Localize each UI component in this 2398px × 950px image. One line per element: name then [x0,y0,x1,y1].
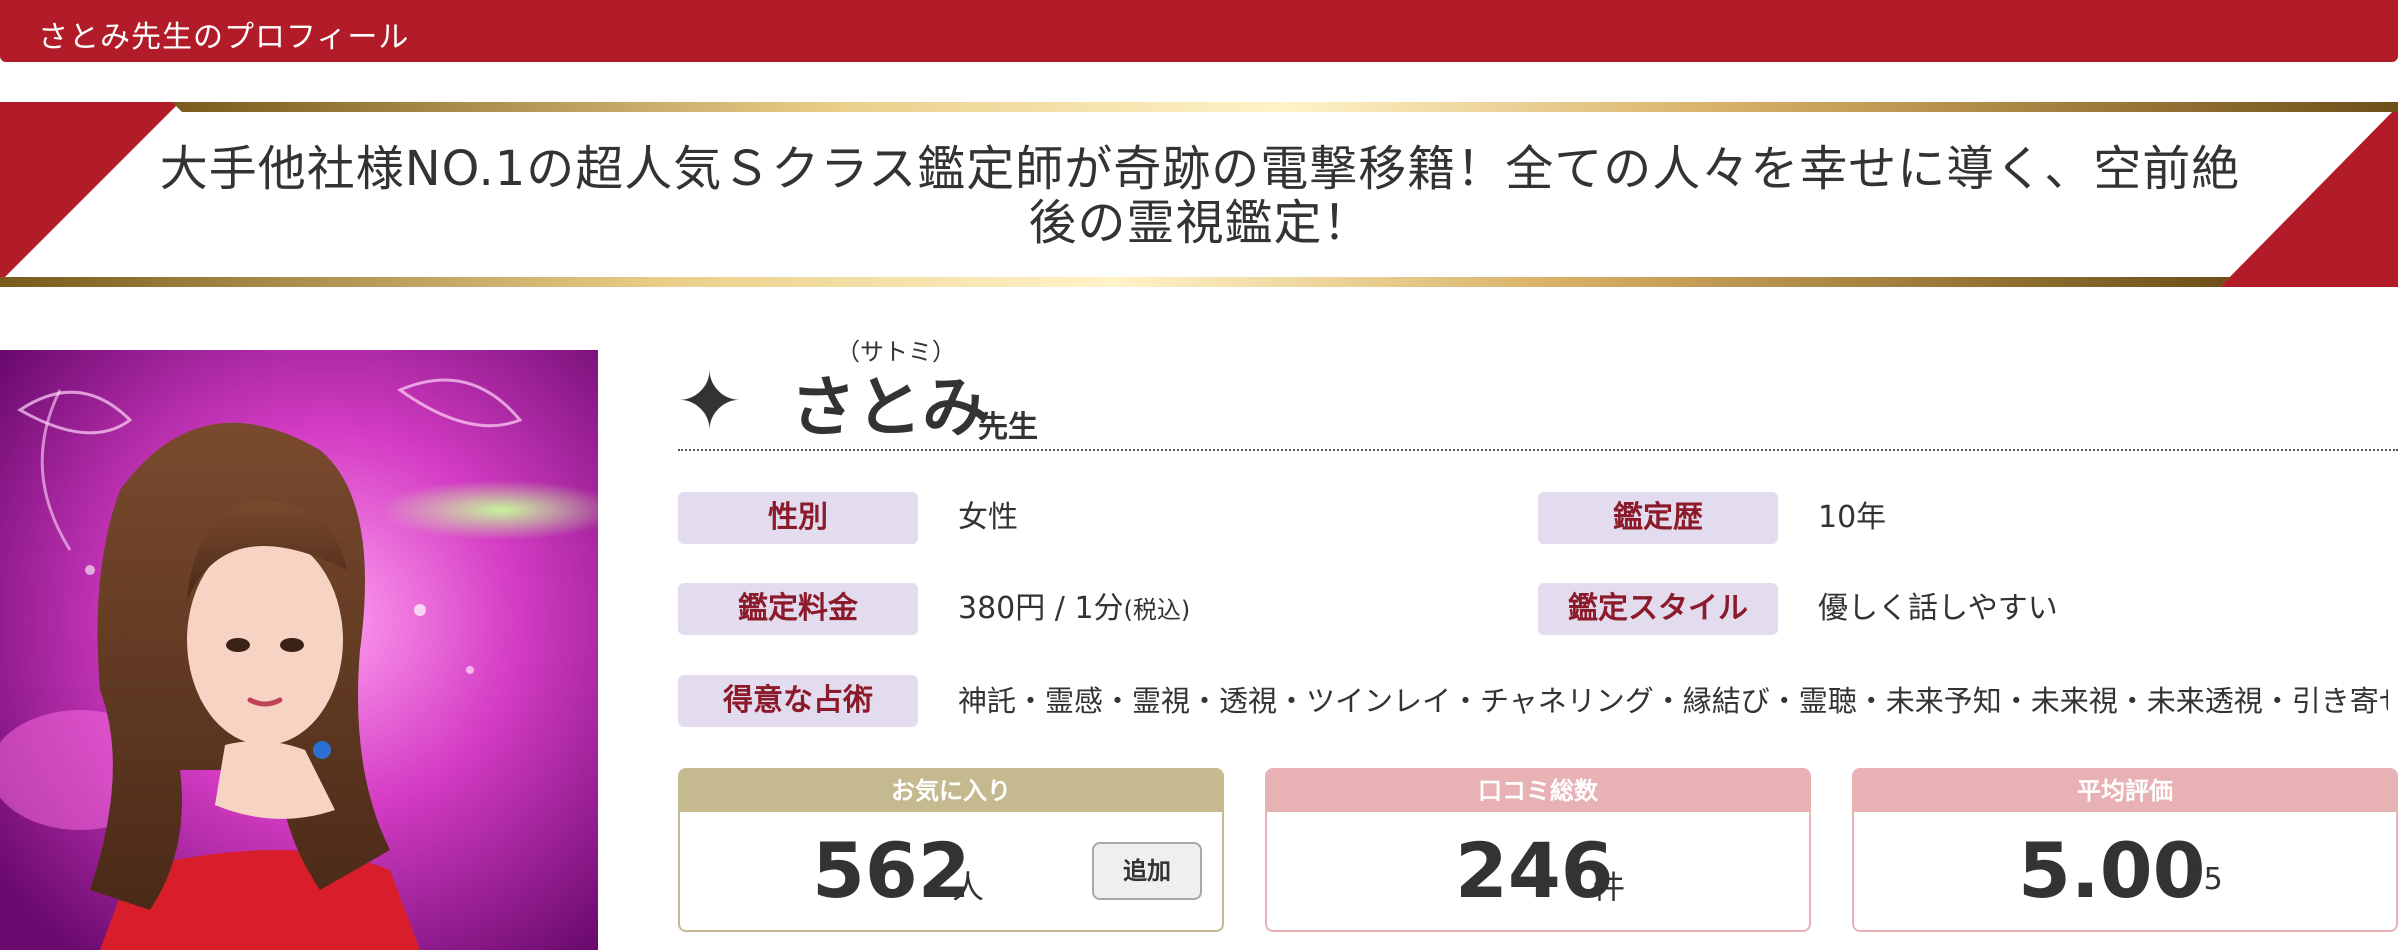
history-label: 鑑定歴 [1538,492,1778,544]
fee-amount: 380円 / 1分 [958,591,1124,626]
reviews-unit: 件 [1593,868,1626,906]
favorites-card: お気に入り 562 人 追加 [678,768,1224,932]
gender-value: 女性 [958,500,1018,535]
favorites-count: 562 [812,826,971,915]
rating-scale: / 5 [2184,862,2223,897]
fee-tax-note: (税込) [1123,596,1191,624]
style-value: 優しく話しやすい [1818,591,2058,626]
rating-value: 5.00 [2018,826,2206,915]
catchphrase-banner: 大手他社様NO.1の超人気Ｓクラス鑑定師が奇跡の電撃移籍！全ての人々を幸せに導く… [0,102,2398,287]
reviews-header: 口コミ総数 [1267,770,1809,812]
sparkle-star-icon: ✦ [676,355,744,448]
header-bar: さとみ先生のプロフィール [0,0,2398,62]
fee-value: 380円 / 1分(税込) [958,583,1190,636]
style-label: 鑑定スタイル [1538,583,1778,635]
page-title: さとみ先生のプロフィール [38,20,410,55]
rating-card: 平均評価 5.00 / 5 [1852,768,2398,932]
name-reading: （サトミ） [836,338,956,366]
fortune-teller-name: さとみ [790,369,988,446]
catchphrase-line-1: 大手他社様NO.1の超人気Ｓクラス鑑定師が奇跡の電撃移籍！全ての人々を幸せに導く… [159,141,2241,197]
favorites-unit: 人 [952,868,985,906]
reviews-card: 口コミ総数 246 件 [1265,768,1811,932]
specialty-value: 神託・霊感・霊視・透視・ツインレイ・チャネリング・縁結び・霊聴・未来予知・未来視… [958,684,2388,718]
catchphrase-line-2: 後の霊視鑑定！ [1028,195,1372,251]
portrait-illustration [0,350,598,950]
history-value: 10年 [1818,500,1887,535]
fee-label: 鑑定料金 [678,583,918,635]
rating-header: 平均評価 [1854,770,2396,812]
name-honorific: 先生 [978,410,1038,445]
name-divider [678,449,2398,451]
fortune-teller-photo [0,350,598,950]
specialty-label: 得意な占術 [678,675,918,727]
add-favorite-button[interactable]: 追加 [1092,842,1202,900]
favorites-header: お気に入り [680,770,1222,812]
catchphrase-text: 大手他社様NO.1の超人気Ｓクラス鑑定師が奇跡の電撃移籍！全ての人々を幸せに導く… [140,142,2260,250]
reviews-count: 246 [1455,826,1614,915]
gender-label: 性別 [678,492,918,544]
